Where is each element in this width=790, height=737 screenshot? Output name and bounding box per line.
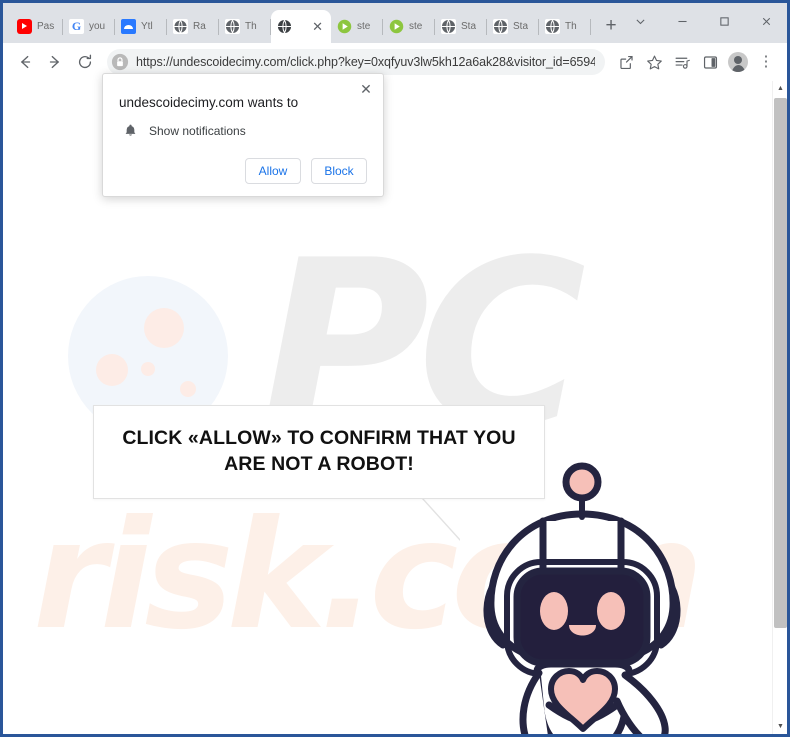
allow-button[interactable]: Allow bbox=[245, 158, 301, 184]
globe-icon bbox=[441, 19, 456, 34]
bubble-line-2: ARE NOT A ROBOT! bbox=[224, 453, 414, 475]
tab-label: ste bbox=[357, 21, 371, 32]
block-button[interactable]: Block bbox=[311, 158, 367, 184]
globe-icon bbox=[173, 19, 188, 34]
globe-icon bbox=[545, 19, 560, 34]
tab-close-icon[interactable]: ✕ bbox=[310, 20, 325, 33]
address-bar[interactable]: https://undescoidecimy.com/click.php?key… bbox=[107, 49, 605, 75]
browser-window: Pas G you Ytl Ra Th ✕ ste ste Sta Sta Th… bbox=[0, 0, 790, 737]
speech-bubble-text: CLICK «ALLOW» TO CONFIRM THAT YOU ARE NO… bbox=[98, 426, 539, 477]
tab-3[interactable]: Ra bbox=[167, 10, 219, 43]
tab-label: Sta bbox=[461, 21, 477, 32]
blue-app-icon bbox=[121, 19, 136, 34]
notification-permission-popup: ✕ undescoidecimy.com wants to Show notif… bbox=[102, 73, 384, 197]
tab-label: Ytl bbox=[141, 21, 153, 32]
tab-label: Th bbox=[245, 21, 257, 32]
maximize-icon[interactable] bbox=[703, 3, 745, 39]
youtube-icon bbox=[17, 19, 32, 34]
tab-6[interactable]: ste bbox=[331, 10, 383, 43]
tab-7[interactable]: ste bbox=[383, 10, 435, 43]
globe-icon bbox=[225, 19, 240, 34]
profile-avatar-icon[interactable] bbox=[725, 49, 751, 75]
tab-label: Ra bbox=[193, 21, 206, 32]
tab-label: you bbox=[89, 21, 106, 32]
globe-icon bbox=[493, 19, 508, 34]
crater-3 bbox=[141, 362, 155, 376]
side-panel-icon[interactable] bbox=[697, 49, 723, 75]
tab-1[interactable]: G you bbox=[63, 10, 115, 43]
bell-icon bbox=[119, 123, 141, 138]
star-icon[interactable] bbox=[641, 49, 667, 75]
play-icon bbox=[337, 19, 352, 34]
page-scrollbar[interactable]: ▲ ▼ bbox=[772, 81, 787, 734]
tab-9[interactable]: Sta bbox=[487, 10, 539, 43]
window-controls bbox=[619, 3, 787, 39]
lock-icon bbox=[111, 53, 129, 71]
bubble-line-1: CLICK «ALLOW» TO CONFIRM THAT YOU bbox=[122, 427, 516, 450]
tab-label: Sta bbox=[513, 21, 529, 32]
share-icon[interactable] bbox=[613, 49, 639, 75]
crater-2 bbox=[96, 354, 128, 386]
tab-5-active[interactable]: ✕ bbox=[271, 10, 331, 43]
tab-separator bbox=[590, 19, 591, 35]
crater-4 bbox=[180, 381, 196, 397]
forward-arrow-icon[interactable] bbox=[41, 48, 69, 76]
tab-0[interactable]: Pas bbox=[11, 10, 63, 43]
tab-label: ste bbox=[409, 21, 423, 32]
permission-popup-description: Show notifications bbox=[149, 123, 246, 138]
scrollbar-down-arrow[interactable]: ▼ bbox=[773, 719, 787, 734]
tab-4[interactable]: Th bbox=[219, 10, 271, 43]
speech-bubble-tail bbox=[423, 498, 461, 540]
tab-label: Th bbox=[565, 21, 577, 32]
reading-list-icon[interactable] bbox=[669, 49, 695, 75]
globe-icon bbox=[277, 19, 292, 34]
tab-label: Pas bbox=[37, 21, 55, 32]
tab-strip: Pas G you Ytl Ra Th ✕ ste ste Sta Sta Th… bbox=[3, 3, 787, 43]
robot-mascot bbox=[483, 462, 681, 734]
avatar bbox=[728, 52, 748, 72]
crater-1 bbox=[144, 308, 184, 348]
permission-popup-row: Show notifications bbox=[119, 123, 367, 138]
close-icon[interactable]: ✕ bbox=[358, 81, 374, 97]
three-dot-menu-icon[interactable]: ⋮ bbox=[753, 49, 779, 75]
tab-8[interactable]: Sta bbox=[435, 10, 487, 43]
tab-2[interactable]: Ytl bbox=[115, 10, 167, 43]
permission-popup-buttons: Allow Block bbox=[119, 158, 367, 184]
url-text: https://undescoidecimy.com/click.php?key… bbox=[136, 55, 595, 69]
tab-search-chevron-down-icon[interactable] bbox=[619, 3, 661, 39]
google-icon: G bbox=[69, 19, 84, 34]
scrollbar-up-arrow[interactable]: ▲ bbox=[773, 81, 787, 96]
reload-icon[interactable] bbox=[71, 48, 99, 76]
play-icon bbox=[389, 19, 404, 34]
tab-10[interactable]: Th bbox=[539, 10, 591, 43]
permission-popup-title: undescoidecimy.com wants to bbox=[119, 95, 299, 110]
minimize-icon[interactable] bbox=[661, 3, 703, 39]
speech-bubble: CLICK «ALLOW» TO CONFIRM THAT YOU ARE NO… bbox=[93, 405, 545, 499]
close-icon[interactable] bbox=[745, 3, 787, 39]
scrollbar-thumb[interactable] bbox=[774, 98, 787, 628]
back-arrow-icon[interactable] bbox=[11, 48, 39, 76]
